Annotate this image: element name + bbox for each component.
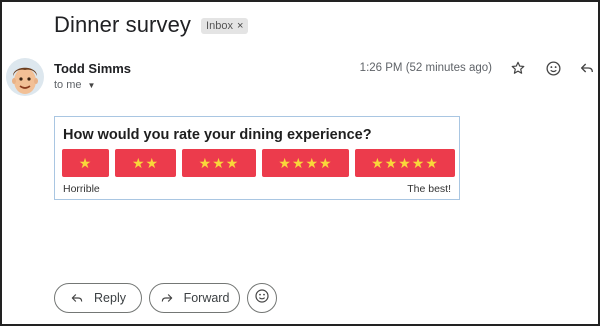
subject-row: Dinner survey Inbox × (54, 12, 249, 38)
rating-2-button[interactable]: ★★ (115, 149, 176, 177)
forward-icon (160, 291, 174, 305)
forward-button[interactable]: Forward (149, 283, 240, 313)
scale-high-label: The best! (407, 183, 451, 195)
rating-3-button[interactable]: ★★★ (182, 149, 256, 177)
email-view: Dinner survey Inbox × Todd Simms to me ▼… (0, 0, 600, 326)
label-chip-text: Inbox (206, 20, 233, 32)
emoji-icon[interactable] (544, 59, 562, 77)
inbox-label-chip[interactable]: Inbox × (201, 18, 249, 34)
rating-5-button[interactable]: ★★★★★ (355, 149, 455, 177)
star-icon[interactable] (509, 59, 527, 77)
scale-low-label: Horrible (63, 183, 100, 195)
rating-4-button[interactable]: ★★★★ (262, 149, 349, 177)
sender-avatar[interactable] (6, 58, 44, 96)
email-timestamp: 1:26 PM (52 minutes ago) (359, 62, 492, 74)
survey-card: How would you rate your dining experienc… (54, 116, 460, 200)
rating-1-button[interactable]: ★ (62, 149, 109, 177)
reply-button[interactable]: Reply (54, 283, 142, 313)
recipient-text: to me (54, 79, 82, 91)
reply-icon[interactable] (578, 59, 596, 77)
sender-name[interactable]: Todd Simms (54, 61, 131, 76)
remove-label-icon[interactable]: × (237, 20, 243, 32)
recipient-row[interactable]: to me ▼ (54, 79, 95, 91)
emoji-reaction-button[interactable] (247, 283, 277, 313)
chevron-down-icon[interactable]: ▼ (88, 81, 96, 90)
reply-icon (70, 291, 84, 305)
forward-button-label: Forward (183, 291, 230, 305)
survey-question: How would you rate your dining experienc… (63, 127, 372, 143)
reply-button-label: Reply (94, 291, 126, 305)
emoji-add-icon (254, 288, 270, 309)
email-subject: Dinner survey (54, 12, 192, 37)
